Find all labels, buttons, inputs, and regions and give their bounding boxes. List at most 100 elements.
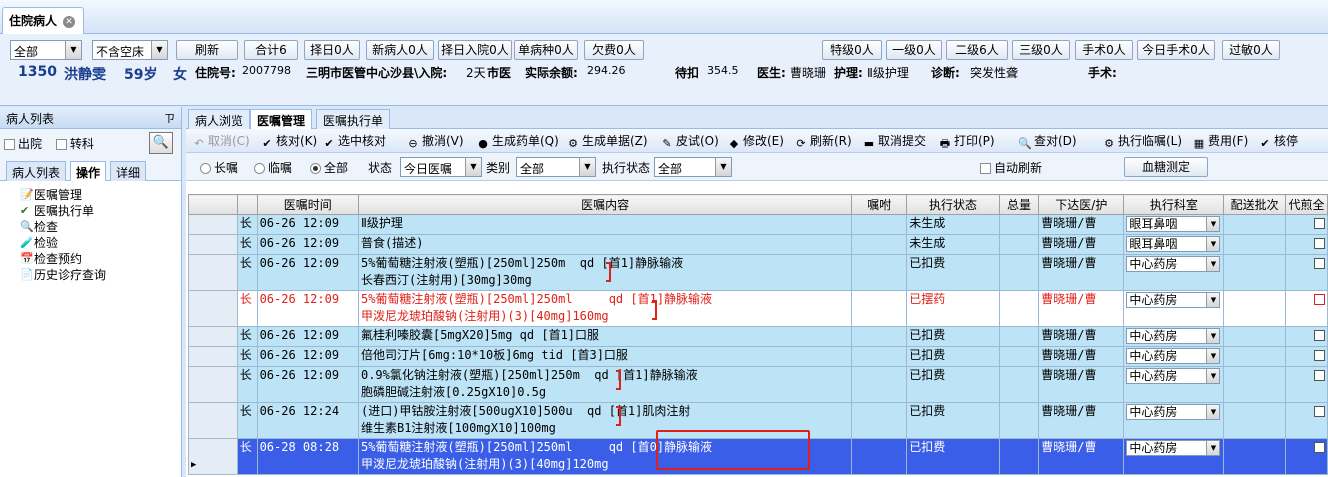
order-content-header[interactable]: 医嘱内容: [357, 194, 853, 215]
row-indicator[interactable]: [188, 234, 238, 255]
total-header[interactable]: 总量: [998, 194, 1040, 215]
exec-status-header[interactable]: 执行状态: [906, 194, 1000, 215]
tab-order-management[interactable]: 医嘱管理: [250, 109, 313, 129]
decoction-checkbox[interactable]: [1313, 442, 1325, 453]
exec-status-select[interactable]: 全部 ▼: [654, 157, 732, 177]
decoction-checkbox[interactable]: [1313, 218, 1325, 229]
single-disease-button[interactable]: 单病种0人: [514, 40, 578, 60]
row-indicator-header[interactable]: [188, 194, 238, 215]
chevron-down-icon[interactable]: ▼: [151, 41, 167, 59]
decoction-header[interactable]: 代煎全: [1284, 194, 1328, 215]
close-icon[interactable]: ✕: [63, 15, 76, 28]
chevron-down-icon[interactable]: ▼: [1206, 237, 1220, 251]
total-button[interactable]: 合计6: [244, 40, 298, 60]
chevron-down-icon[interactable]: ▼: [715, 158, 731, 176]
toolbar-stop-verify-button[interactable]: ✔ 核停: [1258, 132, 1298, 150]
surgery-button[interactable]: 手术0人: [1075, 40, 1133, 60]
row-indicator[interactable]: [188, 214, 238, 235]
blood-sugar-button[interactable]: 血糖测定: [1124, 157, 1208, 177]
decoction-checkbox[interactable]: [1313, 370, 1325, 381]
instruction-header[interactable]: 嘱咐: [851, 194, 908, 215]
chevron-down-icon[interactable]: ▼: [1206, 349, 1220, 363]
exec-dept-select[interactable]: 中心药房 ▼: [1126, 328, 1221, 344]
toolbar-skin-test-button[interactable]: ✎ 皮试(O): [660, 132, 718, 150]
bed-filter-select[interactable]: 不含空床 ▼: [92, 40, 168, 60]
doctor-nurse-header[interactable]: 下达医/护: [1038, 194, 1125, 215]
tab-inpatient[interactable]: 住院病人 ✕: [2, 7, 84, 34]
table-row[interactable]: 长 06-26 12:09 5%葡萄糖注射液(塑瓶)[250ml]250ml qd …: [188, 290, 1328, 327]
row-indicator[interactable]: [188, 346, 238, 367]
refresh-button[interactable]: 刷新: [176, 40, 238, 60]
order-time-header[interactable]: 医嘱时间: [256, 194, 359, 215]
chevron-down-icon[interactable]: ▼: [1206, 405, 1220, 419]
toolbar-generate-drug-list-button[interactable]: ● 生成药单(Q): [476, 132, 559, 150]
decoction-checkbox[interactable]: [1313, 406, 1325, 417]
decoction-checkbox[interactable]: [1313, 258, 1325, 269]
category-select[interactable]: 全部 ▼: [516, 157, 596, 177]
table-row[interactable]: 长 06-26 12:09 普食(描述) 未生成 曹晓珊/曹 眼耳鼻咽 ▼: [188, 234, 1328, 255]
table-row[interactable]: 长 06-26 12:09 Ⅱ级护理 未生成 曹晓珊/曹 眼耳鼻咽 ▼: [188, 214, 1328, 235]
new-patient-button[interactable]: 新病人0人: [366, 40, 434, 60]
tree-item-order-execution[interactable]: ✔ 医嘱执行单: [20, 203, 181, 219]
table-row[interactable]: 长 06-26 12:09 倍他司汀片[6mg:10*10板]6mg tid [首3…: [188, 346, 1328, 367]
tree-item-history[interactable]: 📄 历史诊疗查询: [20, 267, 181, 283]
arrears-button[interactable]: 欠费0人: [584, 40, 644, 60]
toolbar-generate-document-button[interactable]: ⚙ 生成单据(Z): [566, 132, 648, 150]
exec-dept-select[interactable]: 中心药房 ▼: [1126, 368, 1221, 384]
exec-dept-select[interactable]: 眼耳鼻咽 ▼: [1126, 236, 1221, 252]
tree-item-examination[interactable]: 🔍 检查: [20, 219, 181, 235]
tree-item-lab-test[interactable]: 🧪 检验: [20, 235, 181, 251]
exec-dept-select[interactable]: 中心药房 ▼: [1126, 440, 1221, 456]
toolbar-cancel-button[interactable]: ↶ 取消(C): [192, 132, 249, 150]
toolbar-refresh-button[interactable]: ⟳ 刷新(R): [794, 132, 851, 150]
discharge-checkbox[interactable]: [4, 139, 15, 150]
chevron-down-icon[interactable]: ▼: [465, 158, 481, 176]
transfer-checkbox[interactable]: [55, 139, 67, 150]
toolbar-print-button[interactable]: 🖶 打印(P): [938, 132, 995, 150]
toolbar-verify-button[interactable]: ✔ 核对(K): [260, 132, 317, 150]
ward-filter-select[interactable]: 全部 ▼: [10, 40, 82, 60]
radio-temp-order[interactable]: 临嘱: [254, 159, 292, 176]
tab-order-execution[interactable]: 医嘱执行单: [316, 109, 391, 129]
toolbar-cancel-submit-button[interactable]: ▬ 取消提交: [862, 132, 926, 150]
toolbar-check-button[interactable]: 🔍 查对(D): [1018, 132, 1076, 150]
chevron-down-icon[interactable]: ▼: [1206, 257, 1220, 271]
tab-patient-browse[interactable]: 病人浏览: [188, 109, 251, 129]
toolbar-verify-selected-button[interactable]: ✔ 选中核对: [322, 132, 386, 150]
tab-patient-list[interactable]: 病人列表: [6, 161, 67, 181]
exec-dept-select[interactable]: 中心药房 ▼: [1126, 256, 1221, 272]
special-level-button[interactable]: 特级0人: [822, 40, 882, 60]
exec-dept-select[interactable]: 中心药房 ▼: [1126, 292, 1221, 308]
row-indicator[interactable]: [188, 366, 238, 403]
scheduled-admit-button[interactable]: 择日入院0人: [438, 40, 512, 60]
pin-icon[interactable]: ㄗ: [164, 110, 175, 126]
allergy-button[interactable]: 过敏0人: [1222, 40, 1280, 60]
table-row[interactable]: 长 06-26 12:09 5%葡萄糖注射液(塑瓶)[250ml]250m qd […: [188, 254, 1328, 291]
toolbar-revoke-button[interactable]: ⊖ 撤消(V): [406, 132, 463, 150]
exec-dept-select[interactable]: 眼耳鼻咽 ▼: [1126, 216, 1221, 232]
decoction-checkbox[interactable]: [1313, 330, 1325, 341]
chevron-down-icon[interactable]: ▼: [1206, 217, 1220, 231]
tab-operations[interactable]: 操作: [70, 161, 107, 181]
chevron-down-icon[interactable]: ▼: [1206, 329, 1220, 343]
radio-long-order[interactable]: 长嘱: [200, 159, 238, 176]
exec-dept-select[interactable]: 中心药房 ▼: [1126, 348, 1221, 364]
scheduled-button[interactable]: 择日0人: [304, 40, 360, 60]
tab-details[interactable]: 详细: [110, 161, 147, 181]
chevron-down-icon[interactable]: ▼: [65, 41, 81, 59]
row-indicator[interactable]: [188, 326, 238, 347]
tree-item-exam-booking[interactable]: 📅 检查预约: [20, 251, 181, 267]
toolbar-modify-button[interactable]: ◆ 修改(E): [727, 132, 784, 150]
auto-refresh-toggle[interactable]: 自动刷新: [980, 159, 1042, 176]
status-select[interactable]: 今日医嘱 ▼: [400, 157, 482, 177]
level-one-button[interactable]: 一级0人: [886, 40, 942, 60]
level-three-button[interactable]: 三级0人: [1012, 40, 1070, 60]
search-button[interactable]: 🔍: [149, 132, 173, 154]
row-indicator[interactable]: [188, 290, 238, 327]
table-row[interactable]: 长 06-26 12:09 0.9%氯化钠注射液(塑瓶)[250ml]250m qd…: [188, 366, 1328, 403]
radio-all-order[interactable]: 全部: [310, 159, 348, 176]
row-indicator[interactable]: ▶: [188, 438, 238, 475]
tree-item-order-management[interactable]: 📝 医嘱管理: [20, 187, 181, 203]
chevron-down-icon[interactable]: ▼: [1206, 293, 1220, 307]
exec-dept-header[interactable]: 执行科室: [1123, 194, 1225, 215]
